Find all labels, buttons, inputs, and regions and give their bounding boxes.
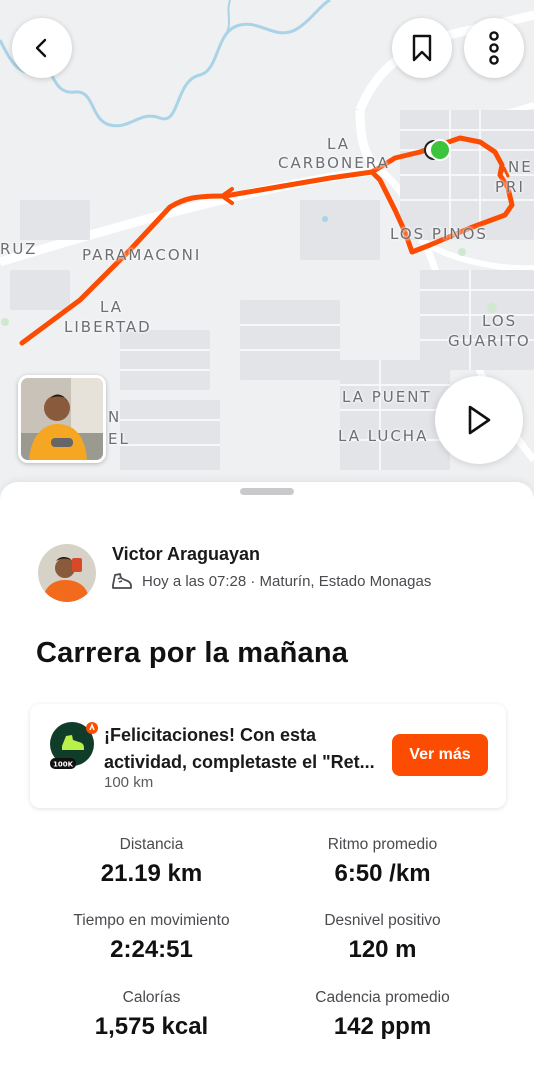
map-label: GUARITO (448, 332, 531, 350)
activity-meta-text: Hoy a las 07:28 · Maturín, Estado Monaga… (142, 572, 432, 590)
map-label: LOS (482, 312, 518, 330)
activity-photo-thumbnail[interactable] (18, 375, 106, 463)
stat-value: 2:24:51 (110, 936, 193, 963)
stat-label: Desnivel positivo (324, 912, 441, 929)
runner-photo (21, 378, 103, 460)
stat-value: 1,575 kcal (94, 1013, 209, 1040)
svg-text:100K: 100K (53, 761, 74, 769)
map-label: CARBONERA (278, 154, 390, 172)
chevron-left-icon (35, 38, 47, 58)
map-label: EL (108, 430, 130, 448)
map-label: LIBERTAD (64, 318, 152, 336)
stat-elevation-gain: Desnivel positivo 120 m (249, 912, 516, 964)
achievement-card[interactable]: 100K ¡Felicitaciones! Con esta actividad… (30, 704, 506, 808)
start-marker (429, 139, 451, 161)
map-label: N (108, 408, 122, 426)
map-label: RUZ (0, 240, 38, 258)
challenge-badge-icon: 100K (50, 722, 98, 769)
stat-label: Tiempo en movimiento (73, 912, 230, 929)
athlete-avatar[interactable] (38, 544, 96, 602)
activity-detail-sheet[interactable]: Victor Araguayan Hoy a las 07:28 · Matur… (0, 482, 534, 1080)
map-label: PRI (495, 178, 525, 196)
stat-value: 142 ppm (333, 1013, 432, 1040)
stat-label: Cadencia promedio (315, 989, 450, 1006)
stat-avg-pace: Ritmo promedio 6:50 /km (249, 836, 516, 888)
back-button[interactable] (12, 18, 72, 78)
map-label: LA (327, 135, 350, 153)
stat-value: 6:50 /km (334, 860, 431, 887)
achievement-message: ¡Felicitaciones! Con esta actividad, com… (104, 725, 375, 772)
map-label: LA PUENT (342, 388, 432, 406)
stat-label: Ritmo promedio (327, 836, 438, 853)
stat-distance: Distancia 21.19 km (18, 836, 285, 888)
route-map[interactable]: LA CARBONERA NE PRI LOS PINOS RUZ PARAMA… (0, 0, 534, 500)
athlete-name[interactable]: Victor Araguayan (112, 544, 260, 565)
stat-avg-cadence: Cadencia promedio 142 ppm (249, 989, 516, 1041)
map-label: LA LUCHA (338, 427, 429, 445)
running-shoe-icon (112, 573, 132, 589)
achievement-goal: 100 km (104, 774, 154, 791)
more-vertical-icon (489, 31, 499, 65)
stat-calories: Calorías 1,575 kcal (18, 989, 285, 1041)
activity-title: Carrera por la mañana (36, 637, 349, 669)
play-replay-button[interactable] (435, 376, 523, 464)
stat-label: Distancia (119, 836, 184, 853)
stat-moving-time: Tiempo en movimiento 2:24:51 (18, 912, 285, 964)
stat-value: 120 m (348, 936, 417, 963)
activity-meta: Hoy a las 07:28 · Maturín, Estado Monaga… (110, 570, 431, 592)
play-icon (468, 405, 491, 435)
stat-label: Calorías (122, 989, 181, 1006)
map-label: NE (508, 158, 533, 176)
map-label: LA (100, 298, 123, 316)
more-options-button[interactable] (464, 18, 524, 78)
stat-value: 21.19 km (100, 860, 203, 887)
bookmark-icon (412, 34, 432, 62)
map-label: PARAMACONI (82, 246, 202, 264)
athlete-photo (38, 544, 96, 602)
sheet-drag-handle[interactable] (240, 488, 294, 495)
map-label: LOS PINOS (390, 225, 488, 243)
see-more-button[interactable]: Ver más (392, 734, 488, 776)
bookmark-button[interactable] (392, 18, 452, 78)
